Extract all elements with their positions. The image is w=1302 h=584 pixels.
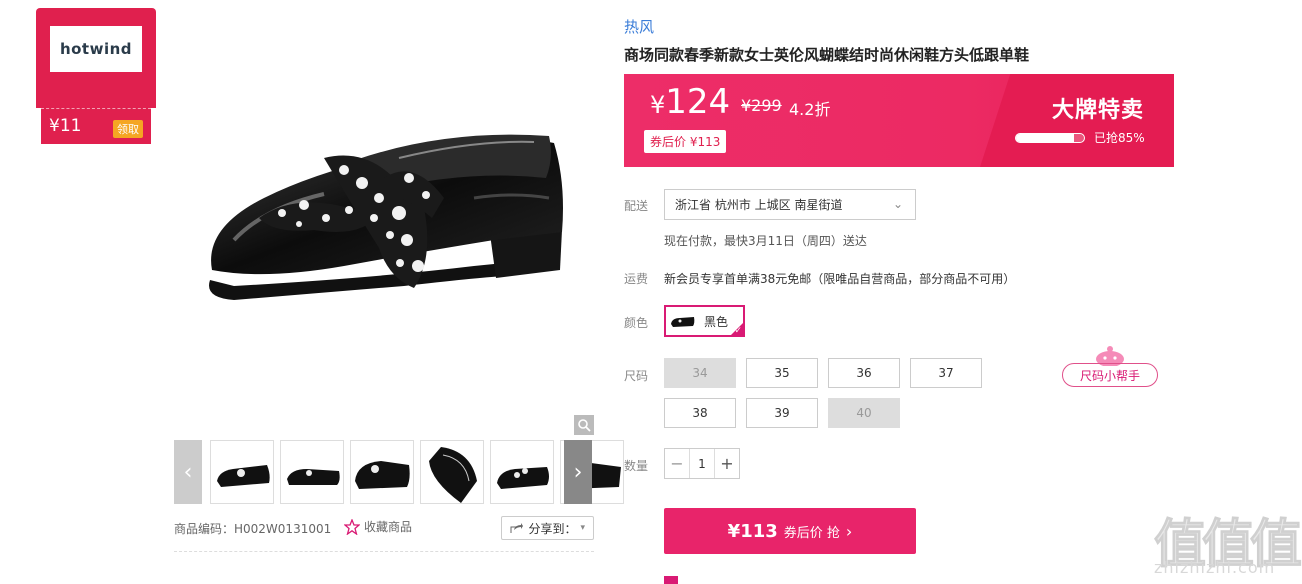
- chevron-right-icon: ›: [573, 459, 583, 485]
- sold-progress-bar: [1015, 133, 1085, 143]
- color-option-black[interactable]: 黑色 ✓: [664, 305, 745, 337]
- shoe-thumbnail: [497, 467, 549, 489]
- caret-down-icon: ▾: [580, 523, 585, 533]
- original-price: ¥299: [741, 96, 782, 115]
- coupon-footer: ¥11 领取: [41, 108, 151, 144]
- check-icon: ✓: [734, 326, 742, 336]
- shoe-thumbnail: [287, 469, 340, 485]
- shoe-image: [209, 134, 563, 300]
- address-select[interactable]: 浙江省 杭州市 上城区 南星街道 ⌄: [664, 189, 916, 220]
- claim-coupon-button[interactable]: 领取: [113, 120, 143, 138]
- product-meta-row: 商品编码：H002W0131001 收藏商品 分享到： ▾: [174, 514, 594, 542]
- store-coupon[interactable]: hotwind ¥11 领取: [36, 8, 156, 145]
- promo-title: 大牌特卖: [1051, 98, 1144, 123]
- size-option-35[interactable]: 35: [746, 358, 818, 388]
- star-icon: [344, 518, 360, 535]
- brand-logo: hotwind: [50, 26, 142, 72]
- shipping-label: 配送: [624, 199, 649, 213]
- watermark: 值值值 zhizhizhi.com: [1150, 500, 1302, 584]
- currency-symbol: ¥: [650, 91, 666, 119]
- brand-link[interactable]: 热风: [624, 16, 654, 37]
- freight-info: 新会员专享首单满38元免邮（限唯品自营商品，部分商品不可用）: [664, 272, 1016, 286]
- color-option-label: 黑色: [704, 314, 729, 329]
- share-label: 分享到：: [528, 521, 577, 536]
- product-page: hotwind ¥11 领取 ‹ › 商品编码：H002W0131001 收藏商…: [0, 0, 1302, 584]
- thumbnail-next-button[interactable]: ›: [564, 440, 592, 504]
- color-label: 颜色: [624, 316, 649, 330]
- discount-rate: 4.2折: [789, 100, 831, 119]
- sold-percent: 已抢85%: [1094, 131, 1145, 145]
- buy-price: ¥113: [727, 520, 778, 542]
- quantity-increase-button[interactable]: +: [715, 449, 739, 478]
- current-price-value: 124: [665, 82, 731, 122]
- divider: [174, 551, 594, 552]
- quantity-input[interactable]: 1: [689, 449, 715, 478]
- shoe-thumbnail: [355, 461, 410, 489]
- product-code: 商品编码：H002W0131001: [174, 522, 332, 536]
- size-option-36[interactable]: 36: [828, 358, 900, 388]
- thumbnail[interactable]: [350, 440, 414, 504]
- coupon-amount: ¥11: [49, 116, 82, 136]
- quantity-decrease-button[interactable]: −: [665, 449, 689, 478]
- thumbnail-prev-button[interactable]: ‹: [174, 440, 202, 504]
- shoe-thumbnail: [217, 465, 270, 487]
- size-label: 尺码: [624, 369, 649, 383]
- size-option-40: 40: [828, 398, 900, 428]
- chevron-left-icon: ‹: [183, 459, 193, 485]
- coupon-header: hotwind: [36, 8, 156, 108]
- watermark-url: zhizhizhi.com: [1154, 558, 1276, 577]
- size-option-38[interactable]: 38: [664, 398, 736, 428]
- after-coupon-price: 券后价 ¥113: [644, 130, 727, 153]
- size-option-39[interactable]: 39: [746, 398, 818, 428]
- thumbnail[interactable]: [210, 440, 274, 504]
- favorite-label: 收藏商品: [364, 520, 413, 534]
- thumbnail[interactable]: [280, 440, 344, 504]
- favorite-button[interactable]: 收藏商品: [344, 518, 412, 535]
- zoom-button[interactable]: [574, 415, 594, 435]
- current-price: ¥124: [650, 82, 730, 122]
- buy-now-button[interactable]: ¥113 券后价 抢 ›: [664, 508, 916, 554]
- share-icon: [510, 523, 524, 533]
- sold-progress-fill: [1016, 134, 1074, 142]
- partially-visible-icon: [664, 576, 678, 584]
- price-banner: ¥124 ¥299 4.2折 券后价 ¥113 大牌特卖 已抢85%: [624, 74, 1174, 167]
- chevron-right-icon: ›: [845, 521, 853, 541]
- address-value: 浙江省 杭州市 上城区 南星街道: [675, 198, 843, 212]
- buy-label: 券后价 抢: [783, 525, 840, 541]
- thumbnail[interactable]: [420, 440, 484, 504]
- main-product-image[interactable]: [174, 8, 594, 436]
- delivery-eta: 现在付款，最快3月11日（周四）送达: [664, 234, 867, 248]
- thumbnail[interactable]: [490, 440, 554, 504]
- chevron-down-icon: ⌄: [892, 197, 903, 211]
- quantity-label: 数量: [624, 459, 649, 473]
- freight-label: 运费: [624, 272, 649, 286]
- size-option-34: 34: [664, 358, 736, 388]
- product-title: 商场同款春季新款女士英伦风蝴蝶结时尚休闲鞋方头低跟单鞋: [624, 46, 1030, 64]
- size-helper-button[interactable]: 尺码小帮手: [1062, 363, 1158, 387]
- magnifier-icon: [578, 419, 591, 432]
- size-option-37[interactable]: 37: [910, 358, 982, 388]
- quantity-stepper: − 1 +: [664, 448, 740, 479]
- shoe-swatch: [671, 317, 695, 327]
- thumbnail-strip: ‹ ›: [174, 440, 624, 504]
- shoe-thumbnail: [429, 447, 477, 503]
- share-button[interactable]: 分享到： ▾: [501, 516, 594, 540]
